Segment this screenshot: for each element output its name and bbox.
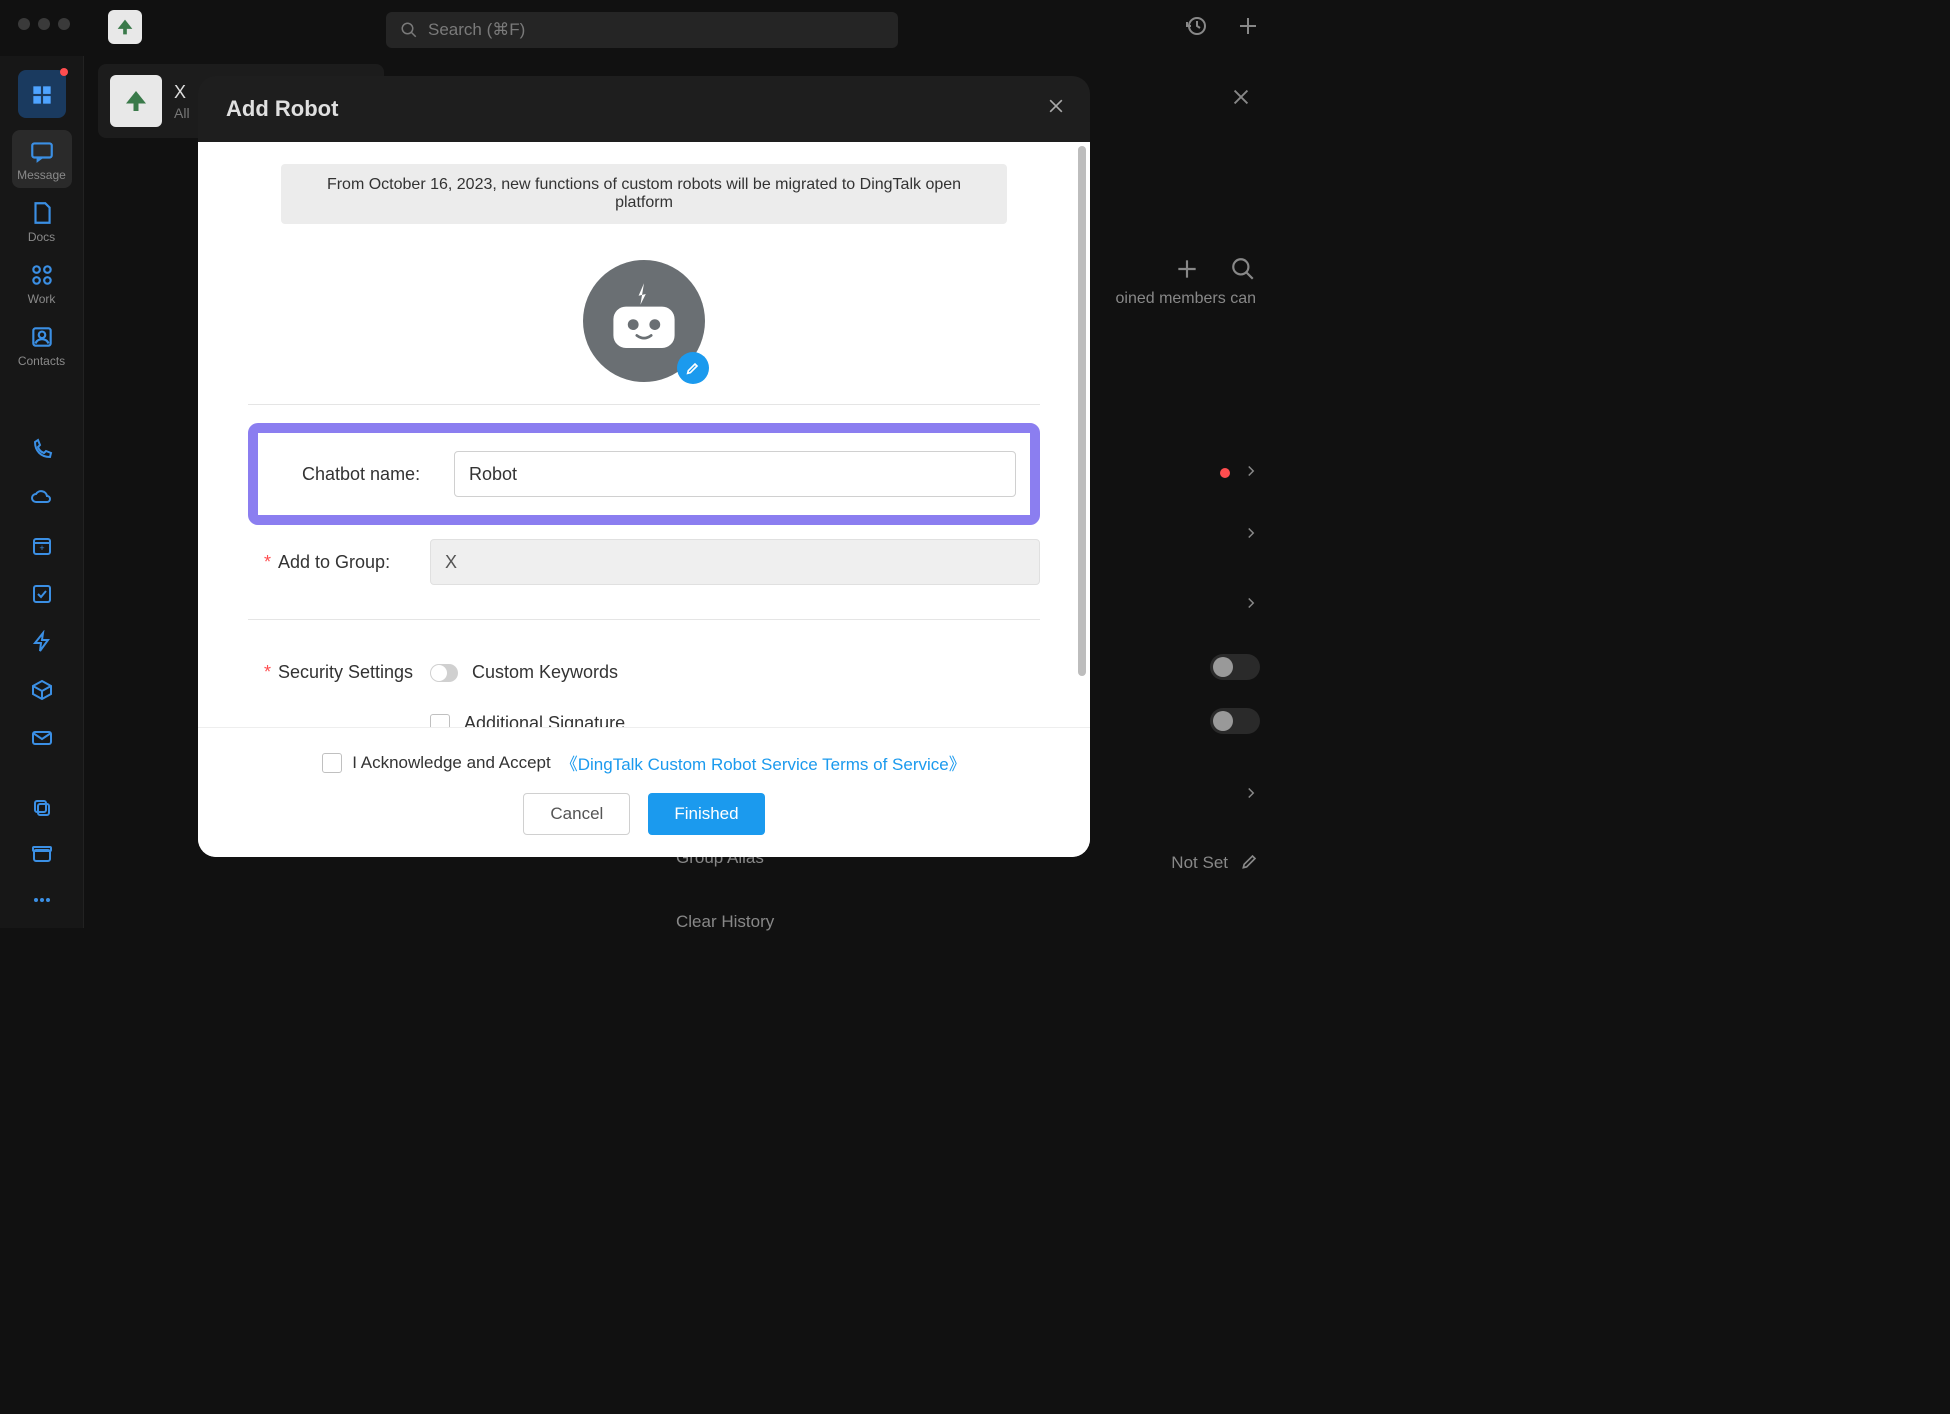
left-sidebar: Message Docs Work Contacts + [0,56,84,928]
cancel-button[interactable]: Cancel [523,793,630,835]
bolt-icon[interactable] [30,630,54,654]
sidebar-contacts[interactable]: Contacts [12,316,72,374]
work-icon [29,262,55,288]
pencil-icon[interactable] [1240,851,1260,871]
dingtalk-icon [114,16,136,38]
duplicate-icon[interactable] [30,796,54,820]
edit-avatar-button[interactable] [677,352,709,384]
top-right-actions [1184,14,1260,38]
modal-close-button[interactable] [1046,96,1066,121]
chevron-right-icon [1242,462,1260,480]
more-icon[interactable] [30,888,54,912]
traffic-max-icon[interactable] [58,18,70,30]
right-panel-close-button[interactable] [1230,86,1252,113]
clear-history-label[interactable]: Clear History [676,912,774,932]
contacts-icon [29,324,55,350]
close-icon [1046,96,1066,116]
right-row-1[interactable] [1220,448,1260,498]
sidebar-work-label: Work [28,292,56,306]
security-settings-row: Security Settings Custom Keywords Additi… [248,662,1040,734]
search-icon[interactable] [1230,256,1256,282]
checkbox-icon[interactable] [30,582,54,606]
conversation-title: X [174,82,190,103]
robot-avatar-wrap [198,260,1090,382]
finished-button[interactable]: Finished [648,793,764,835]
window-controls[interactable] [18,18,70,30]
chevron-right-icon [1242,524,1260,542]
chatbot-name-row-highlight: Chatbot name: [248,423,1040,525]
close-icon [1230,86,1252,108]
modal-body: From October 16, 2023, new functions of … [198,142,1090,857]
right-row-4[interactable] [1242,770,1260,820]
acknowledge-checkbox[interactable] [322,753,342,773]
sidebar-message-label: Message [17,168,66,182]
sidebar-docs-label: Docs [28,230,55,244]
svg-text:+: + [39,543,44,553]
modal-title: Add Robot [226,96,338,122]
chatbot-name-input[interactable] [454,451,1016,497]
mail-icon[interactable] [30,726,54,750]
app-icon[interactable] [108,10,142,44]
cloud-icon[interactable] [30,486,54,510]
option-custom-keywords[interactable]: Custom Keywords [430,662,625,683]
history-icon[interactable] [1184,14,1208,38]
right-row-3[interactable] [1242,580,1260,630]
chevron-right-icon [1242,594,1260,612]
traffic-close-icon[interactable] [18,18,30,30]
message-icon [29,138,55,164]
plus-icon[interactable] [1236,14,1260,38]
group-avatar-icon [121,86,151,116]
traffic-min-icon[interactable] [38,18,50,30]
terms-link[interactable]: 《DingTalk Custom Robot Service Terms of … [561,750,966,775]
cube-icon[interactable] [30,678,54,702]
search-icon [400,21,418,39]
sidebar-workspace-button[interactable] [18,70,66,118]
grid-icon [29,82,55,108]
notification-dot-icon [60,68,68,76]
switch-icon[interactable] [430,664,458,682]
notification-dot-icon [1220,468,1230,478]
search-input[interactable]: Search (⌘F) [386,12,898,48]
announcement-banner: From October 16, 2023, new functions of … [281,164,1007,224]
chatbot-name-label: Chatbot name: [272,464,454,485]
toggle-icon[interactable] [1210,708,1260,734]
modal-header: Add Robot [198,76,1090,142]
conversation-subtitle: All [174,105,190,121]
sidebar-docs[interactable]: Docs [12,192,72,250]
add-to-group-row: Add to Group: [248,539,1040,585]
right-panel-actions [1174,256,1256,282]
search-placeholder: Search (⌘F) [428,20,525,40]
group-alias-row[interactable]: Not Set [1171,838,1260,888]
robot-avatar[interactable] [583,260,705,382]
add-to-group-label: Add to Group: [248,552,430,573]
not-set-value: Not Set [1171,853,1228,873]
calendar-icon[interactable]: + [30,534,54,558]
sidebar-contacts-label: Contacts [18,354,65,368]
add-to-group-input[interactable] [430,539,1040,585]
pencil-icon [685,360,701,376]
modal-footer: I Acknowledge and Accept 《DingTalk Custo… [198,727,1090,857]
scrollbar[interactable] [1078,146,1086,676]
toggle-icon[interactable] [1210,654,1260,680]
plus-icon[interactable] [1174,256,1200,282]
conversation-avatar [110,75,162,127]
acknowledge-row[interactable]: I Acknowledge and Accept 《DingTalk Custo… [322,750,965,775]
right-members-hint: oined members can [1086,290,1256,308]
archive-icon[interactable] [30,842,54,866]
sidebar-message[interactable]: Message [12,130,72,188]
divider [248,619,1040,620]
phone-icon[interactable] [30,438,54,462]
option-custom-keywords-label: Custom Keywords [472,662,618,683]
docs-icon [29,200,55,226]
right-toggle-1[interactable] [1210,642,1260,692]
robot-icon [599,276,689,366]
sidebar-work[interactable]: Work [12,254,72,312]
chevron-right-icon [1242,784,1260,802]
security-settings-label: Security Settings [248,662,430,683]
right-row-2[interactable] [1242,510,1260,560]
right-toggle-2[interactable] [1210,696,1260,746]
acknowledge-text: I Acknowledge and Accept [352,753,550,773]
divider [248,404,1040,405]
